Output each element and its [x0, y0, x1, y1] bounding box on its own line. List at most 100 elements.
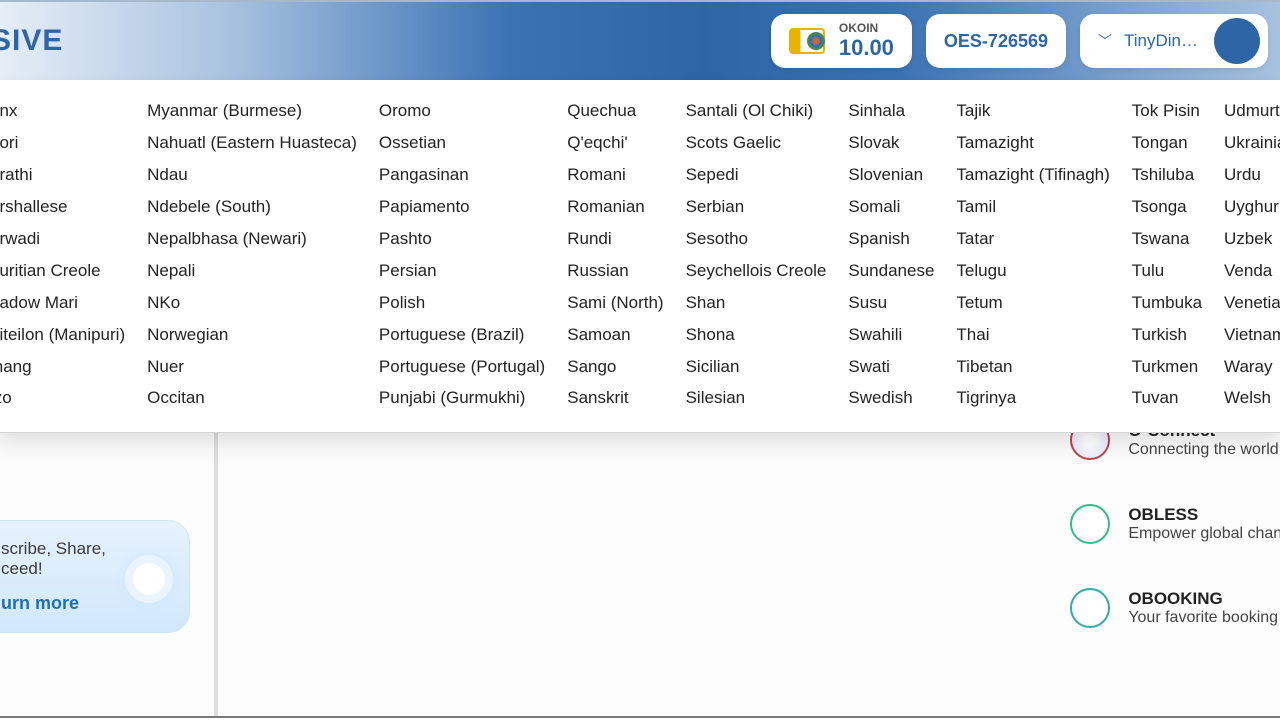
language-option[interactable]: Turkish — [1132, 324, 1202, 347]
language-option[interactable]: Venetian — [1224, 292, 1280, 315]
language-option[interactable]: izo — [0, 387, 125, 410]
play-icon[interactable] — [125, 555, 173, 603]
language-option[interactable]: Tsonga — [1132, 196, 1202, 219]
language-option[interactable]: Punjabi (Gurmukhi) — [379, 387, 545, 410]
language-option[interactable]: Tswana — [1132, 228, 1202, 251]
language-option[interactable]: Thai — [956, 324, 1109, 347]
app-card[interactable]: OBOOKINGYour favorite booking sit — [1070, 588, 1280, 628]
language-option[interactable]: Portuguese (Brazil) — [379, 324, 545, 347]
language-option[interactable]: Russian — [567, 260, 663, 283]
language-option[interactable]: auritian Creole — [0, 260, 125, 283]
language-option[interactable]: Telugu — [956, 260, 1109, 283]
language-option[interactable]: Ndau — [147, 164, 357, 187]
language-option[interactable]: Sepedi — [686, 164, 827, 187]
language-option[interactable]: Persian — [379, 260, 545, 283]
language-option[interactable]: Sami (North) — [567, 292, 663, 315]
language-option[interactable]: Shona — [686, 324, 827, 347]
language-option[interactable]: Turkmen — [1132, 356, 1202, 379]
language-option[interactable]: Ndebele (South) — [147, 196, 357, 219]
language-option[interactable]: Polish — [379, 292, 545, 315]
language-option[interactable]: Tamil — [956, 196, 1109, 219]
learn-more-link[interactable]: urn more — [1, 593, 79, 614]
language-option[interactable]: Tigrinya — [956, 387, 1109, 410]
language-option[interactable]: aori — [0, 132, 125, 155]
language-option[interactable]: Tamazight — [956, 132, 1109, 155]
language-option[interactable]: Susu — [848, 292, 934, 315]
language-option[interactable]: Tuvan — [1132, 387, 1202, 410]
language-option[interactable]: Rundi — [567, 228, 663, 251]
language-option[interactable]: eadow Mari — [0, 292, 125, 315]
okoin-pill[interactable]: OKOIN 10.00 — [771, 14, 912, 68]
language-option[interactable]: Tumbuka — [1132, 292, 1202, 315]
language-option[interactable]: Uyghur — [1224, 196, 1280, 219]
language-option[interactable]: anx — [0, 100, 125, 123]
language-option[interactable]: eiteilon (Manipuri) — [0, 324, 125, 347]
language-option[interactable]: Swati — [848, 356, 934, 379]
language-option[interactable]: Oromo — [379, 100, 545, 123]
user-menu[interactable]: ﹀ TinyDin… — [1080, 14, 1268, 68]
language-option[interactable]: Q'eqchi' — [567, 132, 663, 155]
language-option[interactable]: Seychellois Creole — [686, 260, 827, 283]
language-option[interactable]: Urdu — [1224, 164, 1280, 187]
language-option[interactable]: Tibetan — [956, 356, 1109, 379]
language-option[interactable]: arshallese — [0, 196, 125, 219]
language-option[interactable]: Somali — [848, 196, 934, 219]
language-option[interactable]: Vietnam — [1224, 324, 1280, 347]
language-option[interactable]: Nahuatl (Eastern Huasteca) — [147, 132, 357, 155]
language-option[interactable]: Nuer — [147, 356, 357, 379]
app-card[interactable]: OBLESSEmpower global change — [1070, 504, 1280, 544]
logo[interactable]: SSIVE — [0, 24, 63, 58]
language-option[interactable]: Ukrainia — [1224, 132, 1280, 155]
language-option[interactable]: Sinhala — [848, 100, 934, 123]
oes-id-pill[interactable]: OES-726569 — [926, 14, 1066, 68]
language-option[interactable]: Swahili — [848, 324, 934, 347]
language-option[interactable]: Slovak — [848, 132, 934, 155]
language-option[interactable]: Sango — [567, 356, 663, 379]
language-option[interactable]: Pangasinan — [379, 164, 545, 187]
language-option[interactable]: Santali (Ol Chiki) — [686, 100, 827, 123]
language-option[interactable]: inang — [0, 356, 125, 379]
language-option[interactable]: Nepali — [147, 260, 357, 283]
language-option[interactable]: Tok Pisin — [1132, 100, 1202, 123]
language-option[interactable]: Pashto — [379, 228, 545, 251]
language-option[interactable]: Sicilian — [686, 356, 827, 379]
language-option[interactable]: Nepalbhasa (Newari) — [147, 228, 357, 251]
language-option[interactable]: Udmurt — [1224, 100, 1280, 123]
language-option[interactable]: Tamazight (Tifinagh) — [956, 164, 1109, 187]
language-option[interactable]: arwadi — [0, 228, 125, 251]
language-option[interactable]: NKo — [147, 292, 357, 315]
language-option[interactable]: Silesian — [686, 387, 827, 410]
language-option[interactable]: Welsh — [1224, 387, 1280, 410]
language-option[interactable]: Slovenian — [848, 164, 934, 187]
language-option[interactable]: Tatar — [956, 228, 1109, 251]
avatar[interactable] — [1214, 18, 1260, 64]
language-option[interactable]: Tetum — [956, 292, 1109, 315]
language-option[interactable]: Romani — [567, 164, 663, 187]
language-option[interactable]: Waray — [1224, 356, 1280, 379]
language-option[interactable]: Myanmar (Burmese) — [147, 100, 357, 123]
language-option[interactable]: Tajik — [956, 100, 1109, 123]
language-option[interactable]: Venda — [1224, 260, 1280, 283]
language-option[interactable]: Tongan — [1132, 132, 1202, 155]
language-option[interactable]: Quechua — [567, 100, 663, 123]
language-option[interactable]: Sesotho — [686, 228, 827, 251]
promo-card[interactable]: scribe, Share, ceed! urn more — [0, 520, 190, 633]
language-option[interactable]: Norwegian — [147, 324, 357, 347]
language-option[interactable]: Sanskrit — [567, 387, 663, 410]
language-option[interactable]: Samoan — [567, 324, 663, 347]
language-option[interactable]: Serbian — [686, 196, 827, 219]
language-option[interactable]: Portuguese (Portugal) — [379, 356, 545, 379]
language-option[interactable]: Romanian — [567, 196, 663, 219]
language-option[interactable]: Uzbek — [1224, 228, 1280, 251]
language-option[interactable]: Tulu — [1132, 260, 1202, 283]
language-option[interactable]: Spanish — [848, 228, 934, 251]
language-option[interactable]: Tshiluba — [1132, 164, 1202, 187]
language-option[interactable]: Ossetian — [379, 132, 545, 155]
language-option[interactable]: Swedish — [848, 387, 934, 410]
language-option[interactable]: Sundanese — [848, 260, 934, 283]
language-option[interactable]: Occitan — [147, 387, 357, 410]
language-option[interactable]: arathi — [0, 164, 125, 187]
language-option[interactable]: Papiamento — [379, 196, 545, 219]
language-option[interactable]: Scots Gaelic — [686, 132, 827, 155]
language-option[interactable]: Shan — [686, 292, 827, 315]
